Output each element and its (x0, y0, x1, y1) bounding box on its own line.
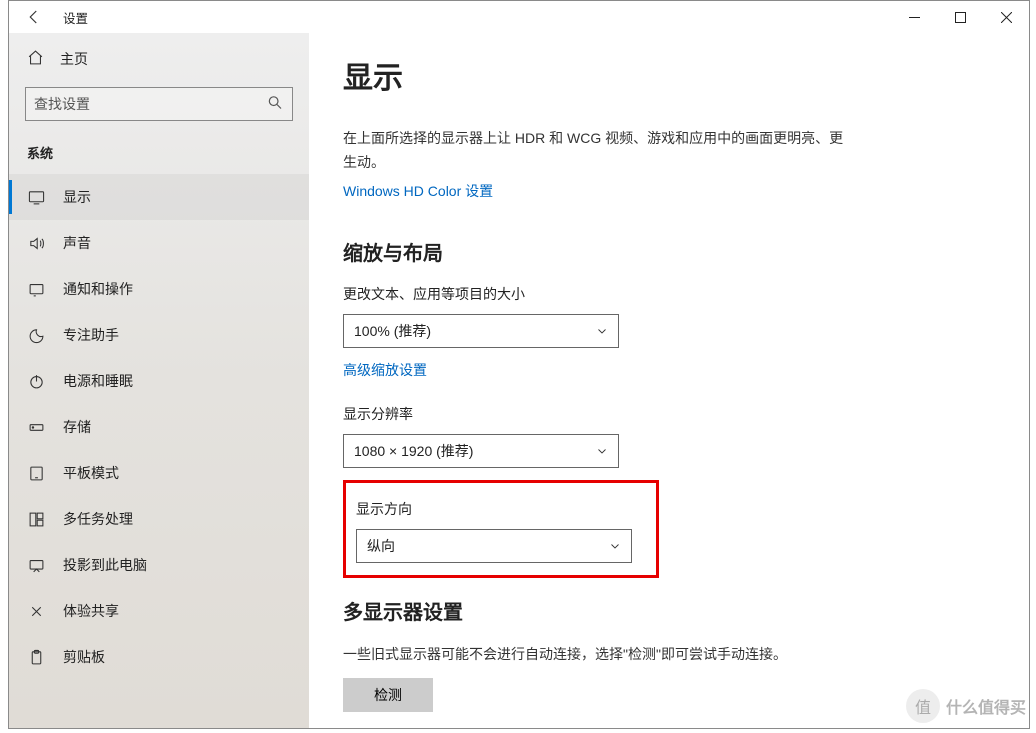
home-button[interactable]: 主页 (9, 39, 309, 79)
chevron-down-icon (596, 325, 608, 337)
multi-description: 一些旧式显示器可能不会进行自动连接，选择"检测"即可尝试手动连接。 (343, 643, 853, 667)
chevron-down-icon (609, 540, 621, 552)
close-button[interactable] (983, 1, 1029, 33)
home-icon (27, 49, 44, 69)
tablet-icon (27, 465, 45, 482)
sidebar-item-power[interactable]: 电源和睡眠 (9, 358, 309, 404)
watermark: 值 什么值得买 (906, 689, 1026, 723)
multi-heading: 多显示器设置 (343, 596, 999, 625)
sidebar-item-tablet[interactable]: 平板模式 (9, 450, 309, 496)
notifications-icon (27, 281, 45, 298)
sidebar: 主页 系统 显示 声音 通知和操作 (9, 33, 309, 728)
orientation-highlight-box: 显示方向 纵向 (343, 480, 659, 578)
home-label: 主页 (60, 49, 88, 69)
detect-button[interactable]: 检测 (343, 678, 433, 712)
chevron-down-icon (596, 445, 608, 457)
clipboard-icon (27, 649, 45, 666)
sidebar-item-label: 显示 (63, 187, 91, 207)
back-button[interactable] (9, 1, 59, 33)
resolution-dropdown[interactable]: 1080 × 1920 (推荐) (343, 434, 619, 468)
sidebar-item-label: 投影到此电脑 (63, 555, 147, 575)
focus-icon (27, 327, 45, 344)
display-icon (27, 189, 45, 206)
watermark-icon: 值 (906, 689, 940, 723)
scale-dropdown[interactable]: 100% (推荐) (343, 314, 619, 348)
sidebar-item-label: 剪贴板 (63, 647, 105, 667)
watermark-text: 什么值得买 (946, 694, 1026, 718)
advanced-scale-link[interactable]: 高级缩放设置 (343, 360, 427, 380)
storage-icon (27, 419, 45, 436)
sidebar-item-label: 平板模式 (63, 463, 119, 483)
sidebar-item-sound[interactable]: 声音 (9, 220, 309, 266)
projecting-icon (27, 557, 45, 574)
sidebar-item-shared[interactable]: 体验共享 (9, 588, 309, 634)
sidebar-item-focus[interactable]: 专注助手 (9, 312, 309, 358)
search-icon (267, 95, 283, 114)
scale-label: 更改文本、应用等项目的大小 (343, 284, 999, 304)
sidebar-item-label: 体验共享 (63, 601, 119, 621)
sidebar-item-clipboard[interactable]: 剪贴板 (9, 634, 309, 680)
window-title: 设置 (63, 8, 88, 27)
sidebar-item-label: 多任务处理 (63, 509, 133, 529)
hdr-link[interactable]: Windows HD Color 设置 (343, 181, 493, 201)
power-icon (27, 373, 45, 390)
multitask-icon (27, 511, 45, 528)
sidebar-item-multitask[interactable]: 多任务处理 (9, 496, 309, 542)
sidebar-item-label: 专注助手 (63, 325, 119, 345)
body: 主页 系统 显示 声音 通知和操作 (9, 33, 1029, 728)
sidebar-item-display[interactable]: 显示 (9, 174, 309, 220)
sidebar-item-label: 通知和操作 (63, 279, 133, 299)
page-title: 显示 (343, 53, 999, 97)
minimize-button[interactable] (891, 1, 937, 33)
settings-window: 设置 主页 系统 (8, 0, 1030, 729)
sidebar-item-label: 声音 (63, 233, 91, 253)
scale-heading: 缩放与布局 (343, 237, 999, 266)
orientation-label: 显示方向 (356, 499, 656, 519)
sidebar-category: 系统 (27, 143, 309, 162)
sidebar-item-label: 存储 (63, 417, 91, 437)
sidebar-item-storage[interactable]: 存储 (9, 404, 309, 450)
scrollbar[interactable] (1013, 33, 1027, 728)
search-input[interactable] (25, 87, 293, 121)
search-wrap (25, 87, 293, 121)
orientation-dropdown[interactable]: 纵向 (356, 529, 632, 563)
resolution-label: 显示分辨率 (343, 404, 999, 424)
sidebar-item-notifications[interactable]: 通知和操作 (9, 266, 309, 312)
orientation-value: 纵向 (367, 536, 395, 556)
titlebar: 设置 (9, 1, 1029, 33)
sidebar-item-label: 电源和睡眠 (63, 371, 133, 391)
resolution-value: 1080 × 1920 (推荐) (354, 441, 473, 461)
sound-icon (27, 235, 45, 252)
content: 显示 在上面所选择的显示器上让 HDR 和 WCG 视频、游戏和应用中的画面更明… (309, 33, 1029, 728)
maximize-button[interactable] (937, 1, 983, 33)
sidebar-item-projecting[interactable]: 投影到此电脑 (9, 542, 309, 588)
shared-icon (27, 603, 45, 620)
hdr-description: 在上面所选择的显示器上让 HDR 和 WCG 视频、游戏和应用中的画面更明亮、更… (343, 127, 853, 175)
scale-value: 100% (推荐) (354, 321, 431, 341)
